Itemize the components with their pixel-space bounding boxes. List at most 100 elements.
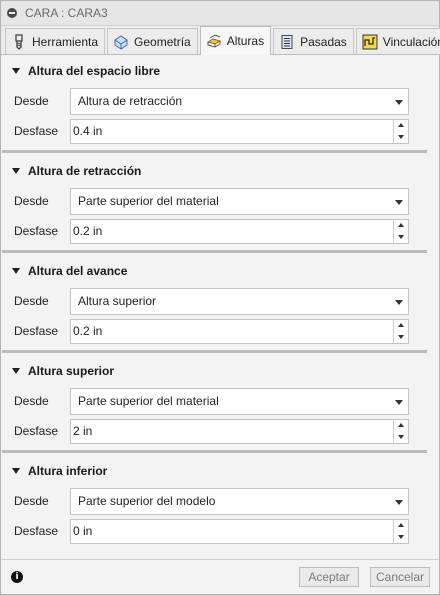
desfase-stepper [70, 218, 409, 244]
stepper-buttons [393, 419, 408, 443]
stepper-up-button[interactable] [394, 220, 408, 232]
section-header[interactable]: Altura inferior [2, 456, 438, 486]
section-title: Altura del avance [28, 264, 128, 278]
stepper-down-button[interactable] [394, 231, 408, 243]
section-divider [2, 150, 427, 153]
section-divider [2, 250, 427, 253]
desde-label: Desde [14, 194, 49, 208]
desde-row: Desde Parte superior del material [2, 186, 438, 216]
section-title: Altura superior [28, 364, 115, 378]
desfase-stepper [70, 118, 409, 144]
desde-row: Desde Parte superior del material [2, 386, 438, 416]
cancel-button[interactable]: Cancelar [370, 567, 430, 587]
desde-label: Desde [14, 494, 49, 508]
stepper-up-button[interactable] [394, 420, 408, 432]
tab-vinculacion[interactable]: Vinculación [355, 28, 440, 54]
tab-herramienta-label: Herramienta [32, 34, 99, 49]
section-header[interactable]: Altura superior [2, 356, 438, 386]
tab-vinculacion-label: Vinculación [382, 34, 440, 49]
tab-pasadas[interactable]: Pasadas [273, 28, 354, 54]
section-divider [2, 350, 427, 353]
chevron-down-icon [395, 299, 403, 305]
stepper-buttons [393, 519, 408, 543]
collapse-triangle-icon [12, 468, 20, 474]
desfase-input[interactable] [71, 219, 381, 243]
arrow-up-icon [398, 323, 404, 328]
section-header[interactable]: Altura del espacio libre [2, 56, 438, 86]
arrow-down-icon [398, 434, 404, 439]
geometry-icon [114, 34, 128, 50]
desfase-input[interactable] [71, 519, 381, 543]
desde-value: Parte superior del material [78, 394, 219, 408]
desfase-label: Desfase [14, 424, 59, 438]
desfase-row: Desfase [2, 116, 438, 146]
arrow-down-icon [398, 534, 404, 539]
arrow-up-icon [398, 123, 404, 128]
desfase-label: Desfase [14, 124, 59, 138]
desfase-input[interactable] [71, 319, 381, 343]
tab-geometria[interactable]: Geometría [107, 28, 198, 54]
desde-value: Parte superior del material [78, 194, 219, 208]
linking-icon [362, 34, 378, 49]
arrow-down-icon [398, 334, 404, 339]
stepper-down-button[interactable] [394, 531, 408, 543]
desfase-input[interactable] [71, 119, 381, 143]
stepper-up-button[interactable] [394, 520, 408, 532]
desde-dropdown[interactable]: Parte superior del modelo [70, 487, 409, 515]
tab-pasadas-label: Pasadas [300, 34, 347, 49]
stepper-buttons [393, 119, 408, 143]
arrow-up-icon [398, 523, 404, 528]
desde-value: Altura superior [78, 294, 157, 308]
section-title: Altura inferior [28, 464, 108, 478]
stepper-up-button[interactable] [394, 120, 408, 132]
desde-value: Altura de retracción [78, 94, 183, 108]
section-title: Altura de retracción [28, 164, 142, 178]
section-feed-height: Altura del avance Desde Altura superior … [2, 256, 438, 353]
tab-geometria-label: Geometría [134, 34, 191, 49]
heights-panel: Altura del espacio libre Desde Altura de… [2, 56, 438, 558]
stepper-down-button[interactable] [394, 131, 408, 143]
desde-dropdown[interactable]: Altura superior [70, 287, 409, 315]
tab-alturas[interactable]: Alturas [199, 26, 272, 55]
chevron-down-icon [395, 199, 403, 205]
desfase-row: Desfase [2, 316, 438, 346]
section-title: Altura del espacio libre [28, 64, 161, 78]
heights-icon [206, 34, 221, 48]
passes-icon [281, 34, 293, 49]
stepper-buttons [393, 319, 408, 343]
stepper-down-button[interactable] [394, 431, 408, 443]
desfase-input[interactable] [71, 419, 381, 443]
chevron-down-icon [395, 499, 403, 505]
desde-label: Desde [14, 294, 49, 308]
desfase-stepper [70, 318, 409, 344]
ok-button[interactable]: Aceptar [299, 567, 359, 587]
minimize-icon[interactable] [7, 8, 17, 18]
desde-dropdown[interactable]: Altura de retracción [70, 87, 409, 115]
section-header[interactable]: Altura del avance [2, 256, 438, 286]
section-divider [2, 450, 427, 453]
collapse-triangle-icon [12, 268, 20, 274]
info-icon[interactable]: i [11, 571, 23, 583]
section-bottom-height: Altura inferior Desde Parte superior del… [2, 456, 438, 546]
desfase-row: Desfase [2, 416, 438, 446]
desfase-stepper [70, 518, 409, 544]
desde-row: Desde Altura superior [2, 286, 438, 316]
section-clearance-height: Altura del espacio libre Desde Altura de… [2, 56, 438, 153]
section-header[interactable]: Altura de retracción [2, 156, 438, 186]
arrow-down-icon [398, 134, 404, 139]
desde-row: Desde Parte superior del modelo [2, 486, 438, 516]
tab-herramienta[interactable]: Herramienta [5, 28, 106, 54]
desde-label: Desde [14, 94, 49, 108]
title-bar: CARA : CARA3 [1, 1, 439, 26]
collapse-triangle-icon [12, 368, 20, 374]
desde-dropdown[interactable]: Parte superior del material [70, 387, 409, 415]
tool-icon [15, 33, 23, 50]
dialog-window: CARA : CARA3 Herramienta Geometría Altur… [0, 0, 440, 595]
stepper-up-button[interactable] [394, 320, 408, 332]
arrow-down-icon [398, 234, 404, 239]
collapse-triangle-icon [12, 168, 20, 174]
section-top-height: Altura superior Desde Parte superior del… [2, 356, 438, 453]
desfase-label: Desfase [14, 324, 59, 338]
desde-dropdown[interactable]: Parte superior del material [70, 187, 409, 215]
stepper-down-button[interactable] [394, 331, 408, 343]
